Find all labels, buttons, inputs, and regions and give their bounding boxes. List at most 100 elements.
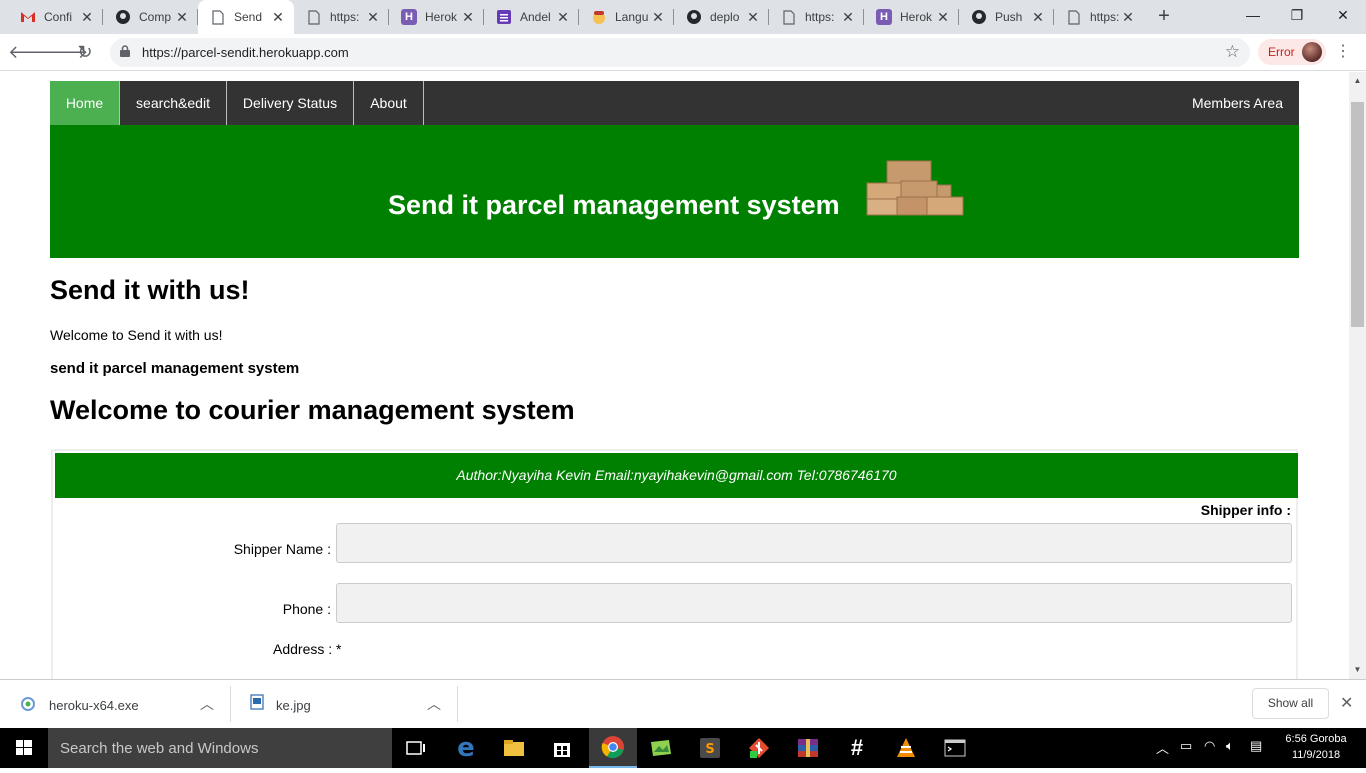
close-icon[interactable]: ✕ — [79, 9, 95, 25]
tab-7[interactable]: Langu ✕ — [579, 0, 674, 34]
close-window-button[interactable]: ✕ — [1320, 0, 1366, 34]
forward-button[interactable]: 🡒 — [40, 39, 88, 65]
taskbar-search-box[interactable]: Search the web and Windows — [48, 728, 392, 768]
gmail-icon — [20, 9, 36, 25]
close-icon[interactable]: ✕ — [1120, 9, 1136, 25]
tab-12[interactable]: https: ✕ — [1054, 0, 1144, 34]
wifi-icon[interactable]: ◠ — [1204, 738, 1215, 754]
address-bar[interactable]: https://parcel-sendit.herokuapp.com ☆ — [110, 38, 1250, 67]
scroll-down-arrow-icon[interactable]: ▼ — [1349, 663, 1366, 677]
profile-error-button[interactable]: Error — [1258, 39, 1326, 65]
close-icon[interactable]: ✕ — [1030, 9, 1046, 25]
tab-10[interactable]: H Herok ✕ — [864, 0, 959, 34]
nav-about[interactable]: About — [354, 81, 424, 125]
shipper-name-input[interactable] — [336, 523, 1292, 563]
system-clock[interactable]: 6:56 Goroba 11/9/2018 — [1282, 731, 1350, 763]
back-button[interactable]: 🡐 — [8, 39, 56, 65]
tray-expand-icon[interactable]: ︿ — [1156, 738, 1169, 757]
terminal-icon[interactable] — [931, 728, 979, 768]
tab-label: deplo — [710, 10, 740, 24]
nav-delivery-status[interactable]: Delivery Status — [227, 81, 354, 125]
heading-courier: Welcome to courier management system — [50, 395, 575, 425]
chrome-icon[interactable] — [589, 728, 637, 768]
shipper-name-label: Shipper Name : — [233, 541, 331, 557]
close-icon[interactable]: ✕ — [745, 9, 761, 25]
page-icon — [306, 9, 322, 25]
task-view-icon[interactable] — [392, 728, 440, 768]
windows-logo-icon — [16, 740, 32, 755]
scroll-up-arrow-icon[interactable]: ▲ — [1349, 74, 1366, 88]
tab-3-active[interactable]: Send ✕ — [198, 0, 294, 34]
slack-icon[interactable]: # — [833, 728, 881, 768]
close-icon[interactable]: ✕ — [650, 9, 666, 25]
store-icon[interactable] — [538, 728, 586, 768]
clock-time: 6:56 Goroba — [1285, 733, 1347, 745]
sublime-text-icon[interactable]: S — [686, 728, 734, 768]
winrar-icon[interactable] — [784, 728, 832, 768]
scrollbar-thumb[interactable] — [1351, 102, 1364, 327]
file-explorer-icon[interactable] — [490, 728, 538, 768]
close-icon[interactable]: ✕ — [555, 9, 571, 25]
more-menu-icon[interactable]: ⋮ — [1335, 40, 1351, 64]
tab-label: Herok — [425, 10, 458, 24]
tab-label: https: — [805, 10, 835, 24]
chevron-up-icon[interactable]: ︿ — [200, 694, 214, 714]
tab-8[interactable]: deplo ✕ — [674, 0, 769, 34]
battery-icon[interactable]: ▭ — [1180, 738, 1192, 754]
close-icon[interactable]: ✕ — [365, 9, 381, 25]
close-shelf-icon[interactable]: ✕ — [1340, 693, 1353, 713]
hero-title: Send it parcel management system — [388, 190, 840, 220]
restore-button[interactable]: ❐ — [1274, 0, 1320, 34]
lock-icon — [120, 45, 130, 57]
tab-1[interactable]: Confi ✕ — [8, 0, 103, 34]
show-all-button[interactable]: Show all — [1252, 688, 1329, 719]
vlc-icon[interactable] — [882, 728, 930, 768]
close-icon[interactable]: ✕ — [174, 9, 190, 25]
url-text: https://parcel-sendit.herokuapp.com — [142, 45, 349, 60]
heroku-icon: H — [876, 9, 892, 25]
github-icon — [686, 9, 702, 25]
chevron-up-icon[interactable]: ︿ — [427, 694, 441, 714]
tab-6[interactable]: Andel ✕ — [484, 0, 579, 34]
tab-9[interactable]: https: ✕ — [769, 0, 864, 34]
tab-2[interactable]: Comp ✕ — [103, 0, 198, 34]
form-icon — [496, 9, 512, 25]
download-item-heroku[interactable]: heroku-x64.exe ︿ — [0, 680, 231, 729]
tab-label: Herok — [900, 10, 933, 24]
tab-label: Langu — [615, 10, 649, 24]
close-icon[interactable]: ✕ — [460, 9, 476, 25]
minimize-button[interactable]: — — [1230, 0, 1276, 34]
tab-4[interactable]: https: ✕ — [294, 0, 389, 34]
page-scrollbar[interactable]: ▲ ▼ — [1349, 72, 1366, 679]
windows-taskbar: Search the web and Windows e S # ︿ ▭ ◠ 🔈… — [0, 728, 1366, 768]
photos-app-icon[interactable] — [637, 728, 685, 768]
volume-icon[interactable]: 🔈︎ — [1226, 738, 1234, 754]
tab-label: Confi — [44, 10, 73, 24]
tab-5[interactable]: H Herok ✕ — [389, 0, 484, 34]
close-icon[interactable]: ✕ — [840, 9, 856, 25]
site-navbar: Home search&edit Delivery Status About M… — [50, 81, 1299, 125]
svg-text:S: S — [705, 742, 714, 757]
edge-icon[interactable]: e — [442, 728, 490, 768]
clock-date: 11/9/2018 — [1291, 749, 1341, 761]
tab-11[interactable]: Push ✕ — [959, 0, 1054, 34]
bookmark-star-icon[interactable]: ☆ — [1225, 42, 1240, 62]
download-filename: heroku-x64.exe — [49, 698, 139, 713]
welcome-text: Welcome to Send it with us! — [50, 327, 223, 343]
author-banner: Author:Nyayiha Kevin Email:nyayihakevin@… — [55, 453, 1298, 498]
tab-label: Andel — [520, 10, 551, 24]
phone-input[interactable] — [336, 583, 1292, 623]
nav-home[interactable]: Home — [50, 81, 120, 125]
git-gui-icon[interactable] — [735, 728, 783, 768]
tab-label: Send — [234, 10, 263, 24]
new-tab-button[interactable]: + — [1152, 4, 1176, 28]
notifications-icon[interactable]: ▤ — [1250, 738, 1262, 754]
reload-button[interactable]: ↻ — [72, 39, 98, 65]
close-icon[interactable]: ✕ — [935, 9, 951, 25]
close-icon[interactable]: ✕ — [270, 9, 286, 25]
nav-members-area[interactable]: Members Area — [1192, 81, 1283, 125]
tab-label: https: — [330, 10, 360, 24]
start-button[interactable] — [0, 728, 48, 768]
download-item-ke[interactable]: ke.jpg ︿ — [231, 680, 458, 729]
nav-search-edit[interactable]: search&edit — [120, 81, 227, 125]
